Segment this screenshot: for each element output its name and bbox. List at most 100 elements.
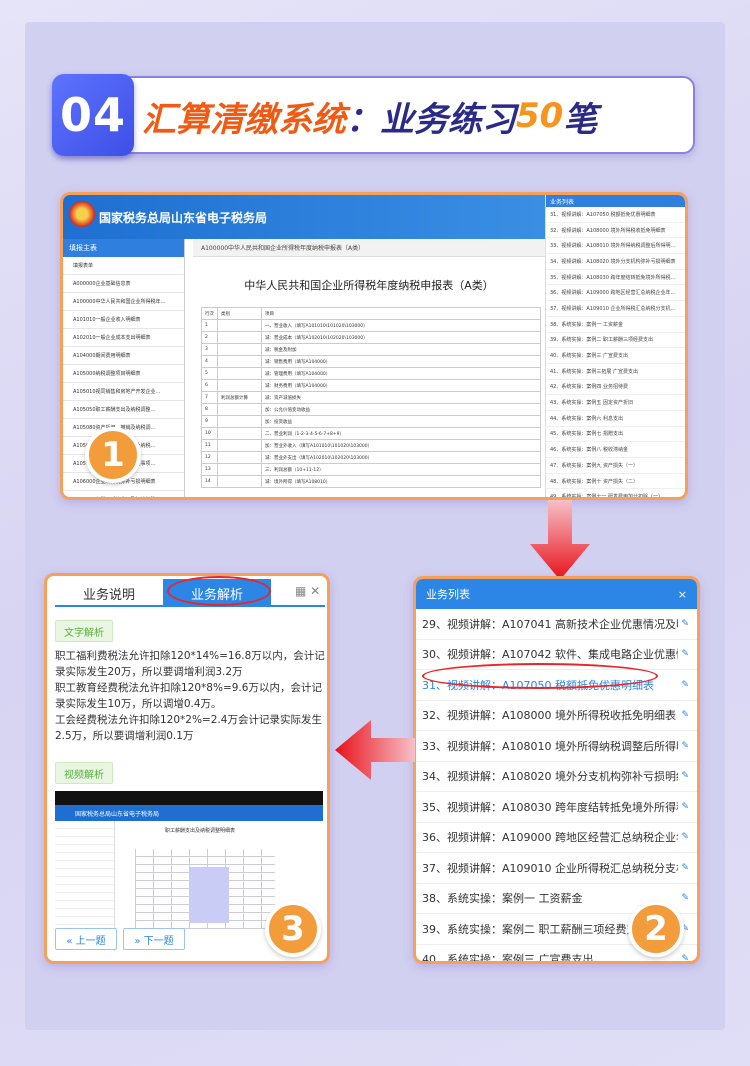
list-item[interactable]: 32、视频讲解：A108000 境外所得税收抵免明细表 ✎: [416, 701, 697, 731]
sidebar-item[interactable]: A102010一般企业成本支出明细表: [63, 329, 184, 347]
form-header: 行次: [201, 307, 218, 320]
business-list-item[interactable]: 42、系统实操：案例四 业务招待费: [546, 380, 685, 396]
form-row: 11 加：营业外收入（填写A101010\101020\103000）: [201, 439, 541, 452]
business-list-panel: 业务列表 × 29、视频讲解：A107041 高新技术企业优惠情况及明… ✎ 30、…: [413, 576, 700, 964]
form-cell: 8: [201, 403, 218, 416]
edit-icon[interactable]: ✎: [681, 863, 689, 873]
business-list-item[interactable]: 32、视频讲解：A108000 境外所得税收抵免明细表: [546, 223, 685, 239]
form-cell: 4: [201, 355, 218, 368]
list-item[interactable]: 29、视频讲解：A107041 高新技术企业优惠情况及明… ✎: [416, 609, 697, 640]
step-badge-3: 3: [265, 901, 321, 957]
form-cell: 加：营业外收入（填写A101010\101020\103000）: [261, 439, 541, 452]
business-list-item[interactable]: 49、系统实操：案例十一 研发费用加计扣除（一）: [546, 489, 685, 497]
business-list-item[interactable]: 43、系统实操：案例五 固定资产折旧: [546, 395, 685, 411]
list-header: 业务列表 ×: [416, 579, 697, 609]
form-cell: 加：公允价值变动收益: [261, 403, 541, 416]
edit-icon[interactable]: ✎: [681, 619, 689, 629]
form-row: 9 加：投资收益: [201, 415, 541, 428]
form-cell: 12: [201, 451, 218, 464]
sidebar-item[interactable]: A105010视同销售和房地产开发企业…: [63, 383, 184, 401]
close-icon[interactable]: ✕: [310, 584, 320, 598]
grid-icon[interactable]: ▦: [295, 584, 306, 598]
edit-icon[interactable]: ✎: [681, 954, 689, 961]
business-list-item[interactable]: 38、系统实操：案例一 工资薪金: [546, 317, 685, 333]
tax-system-screenshot: 国家税务总局山东省电子税务局 填报主表 填报表单 A000000企业基础信息表 A1…: [60, 192, 688, 500]
edit-icon[interactable]: ✎: [681, 771, 689, 781]
video-analysis-tag: 视频解析: [55, 762, 113, 784]
step-badge-1: 1: [85, 427, 141, 483]
business-list-item[interactable]: 47、系统实操：案例九 资产损失（一）: [546, 458, 685, 474]
form-cell: [217, 319, 262, 332]
list-item-label: 34、视频讲解：A108020 境外分支机构弥补亏损明细表: [422, 770, 678, 784]
business-list-item[interactable]: 44、系统实操：案例六 利息支出: [546, 411, 685, 427]
list-item-label: 36、视频讲解：A109000 跨地区经营汇总纳税企业年…: [422, 831, 678, 845]
business-list-item[interactable]: 34、视频讲解：A108020 境外分支机构弥补亏损明细表: [546, 254, 685, 270]
form-row: 7 利润总额计算 减：资产减值损失: [201, 391, 541, 404]
form-tab[interactable]: A100000中华人民共和国企业所得税年度纳税申报表（A类）: [193, 239, 545, 257]
list-item[interactable]: 37、视频讲解：A109010 企业所得税汇总纳税分支机… ✎: [416, 853, 697, 884]
edit-icon[interactable]: ✎: [681, 680, 689, 690]
tab-business-description[interactable]: 业务说明: [55, 579, 163, 607]
sidebar-item[interactable]: A107010免税、减计收入及加计扣除…: [63, 491, 184, 497]
business-list-item[interactable]: 48、系统实操：案例十 资产损失（二）: [546, 474, 685, 490]
form-cell: 减：营业成本（填写A102010\102020\103000）: [261, 331, 541, 344]
next-question-button[interactable]: » 下一题: [123, 928, 185, 950]
form-area: A100000中华人民共和国企业所得税年度纳税申报表（A类） 中华人民共和国企业…: [193, 239, 545, 497]
business-list-item[interactable]: 45、系统实操：案例七 捐赠支出: [546, 427, 685, 443]
edit-icon[interactable]: ✎: [681, 832, 689, 842]
sidebar-title: 填报主表: [63, 239, 184, 257]
business-list-item[interactable]: 35、视频讲解：A108030 跨年度结转抵免境外所得税…: [546, 270, 685, 286]
business-list-item[interactable]: 39、系统实操：案例二 职工薪酬三项经费支出: [546, 333, 685, 349]
business-list-item[interactable]: 31、视频讲解：A107050 税额抵免优惠明细表: [546, 207, 685, 223]
form-cell: 7: [201, 391, 218, 404]
list-item-label: 32、视频讲解：A108000 境外所得税收抵免明细表: [422, 709, 677, 723]
close-icon[interactable]: ×: [678, 588, 687, 601]
form-cell: 2: [201, 331, 218, 344]
sidebar-item[interactable]: A000000企业基础信息表: [63, 275, 184, 293]
form-cell: 三、利润总额（10+11-12）: [261, 463, 541, 476]
business-list-title: 业务列表: [546, 195, 685, 207]
business-list-item[interactable]: 41、系统实操：案例三拓展 广宣费支出: [546, 364, 685, 380]
sidebar-item[interactable]: A101010一般企业收入明细表: [63, 311, 184, 329]
form-cell: [217, 355, 262, 368]
form-cell: 减：境外所得（填写A108010）: [261, 475, 541, 488]
business-list-item[interactable]: 37、视频讲解：A109010 企业所得税汇总纳税分支机…: [546, 301, 685, 317]
form-cell: 加：投资收益: [261, 415, 541, 428]
form-cell: [217, 403, 262, 416]
analysis-line: 工会经费税法允许扣除120*2%=2.4万会计记录实际发生2.5万，所以要调增利…: [55, 714, 322, 742]
business-list-item[interactable]: 33、视频讲解：A108010 境外所得纳税调整后所得明…: [546, 238, 685, 255]
list-item[interactable]: 33、视频讲解：A108010 境外所得纳税调整后所得明… ✎: [416, 731, 697, 762]
edit-icon[interactable]: ✎: [681, 649, 689, 659]
prev-question-button[interactable]: « 上一题: [55, 928, 117, 950]
sidebar-item[interactable]: 填报表单: [63, 257, 184, 275]
edit-icon[interactable]: ✎: [681, 741, 689, 751]
business-list-item[interactable]: 36、视频讲解：A109000 跨地区经营汇总纳税企业年…: [546, 285, 685, 302]
text-analysis-tag: 文字解析: [55, 620, 113, 642]
form-cell: [217, 475, 262, 488]
site-header: 国家税务总局山东省电子税务局: [63, 195, 545, 239]
section-number: 04: [52, 74, 134, 156]
business-list-item[interactable]: 40、系统实操：案例三 广宣费支出: [546, 348, 685, 364]
form-cell: 二、营业利润（1-2-3-4-5-6-7+8+9）: [261, 427, 541, 440]
list-item[interactable]: 35、视频讲解：A108030 跨年度结转抵免境外所得税… ✎: [416, 792, 697, 823]
title-part1: 汇算清缴系统: [142, 99, 346, 140]
edit-icon[interactable]: ✎: [681, 893, 689, 903]
form-row: 5 减：管理费用（填写A104000）: [201, 367, 541, 380]
form-cell: 1: [201, 319, 218, 332]
form-cell: 3: [201, 343, 218, 356]
sidebar-item[interactable]: A105000纳税调整项目明细表: [63, 365, 184, 383]
form-header: 项目: [261, 307, 541, 320]
business-list-item[interactable]: 46、系统实操：案例八 税收滞纳金: [546, 442, 685, 458]
sidebar-item[interactable]: A104000期间费用明细表: [63, 347, 184, 365]
list-item-label: 37、视频讲解：A109010 企业所得税汇总纳税分支机…: [422, 861, 678, 875]
analysis-text: 职工福利费税法允许扣除120*14%=16.8万以内，会计记录实际发生20万，所…: [55, 648, 327, 744]
sidebar-item[interactable]: A100000中华人民共和国企业所得税年…: [63, 293, 184, 311]
list-item[interactable]: 36、视频讲解：A109000 跨地区经营汇总纳税企业年… ✎: [416, 823, 697, 853]
list-item-label: 38、系统实操：案例一 工资薪金: [422, 892, 583, 906]
form-cell: 减：营业外支出（填写A102010\102020\103000）: [261, 451, 541, 464]
list-item[interactable]: 34、视频讲解：A108020 境外分支机构弥补亏损明细表 ✎: [416, 762, 697, 792]
edit-icon[interactable]: ✎: [681, 802, 689, 812]
edit-icon[interactable]: ✎: [681, 710, 689, 720]
list-item-label: 30、视频讲解：A107042 软件、集成电路企业优惠情…: [422, 648, 678, 662]
sidebar-item[interactable]: A105050职工薪酬支出及纳税调整…: [63, 401, 184, 419]
